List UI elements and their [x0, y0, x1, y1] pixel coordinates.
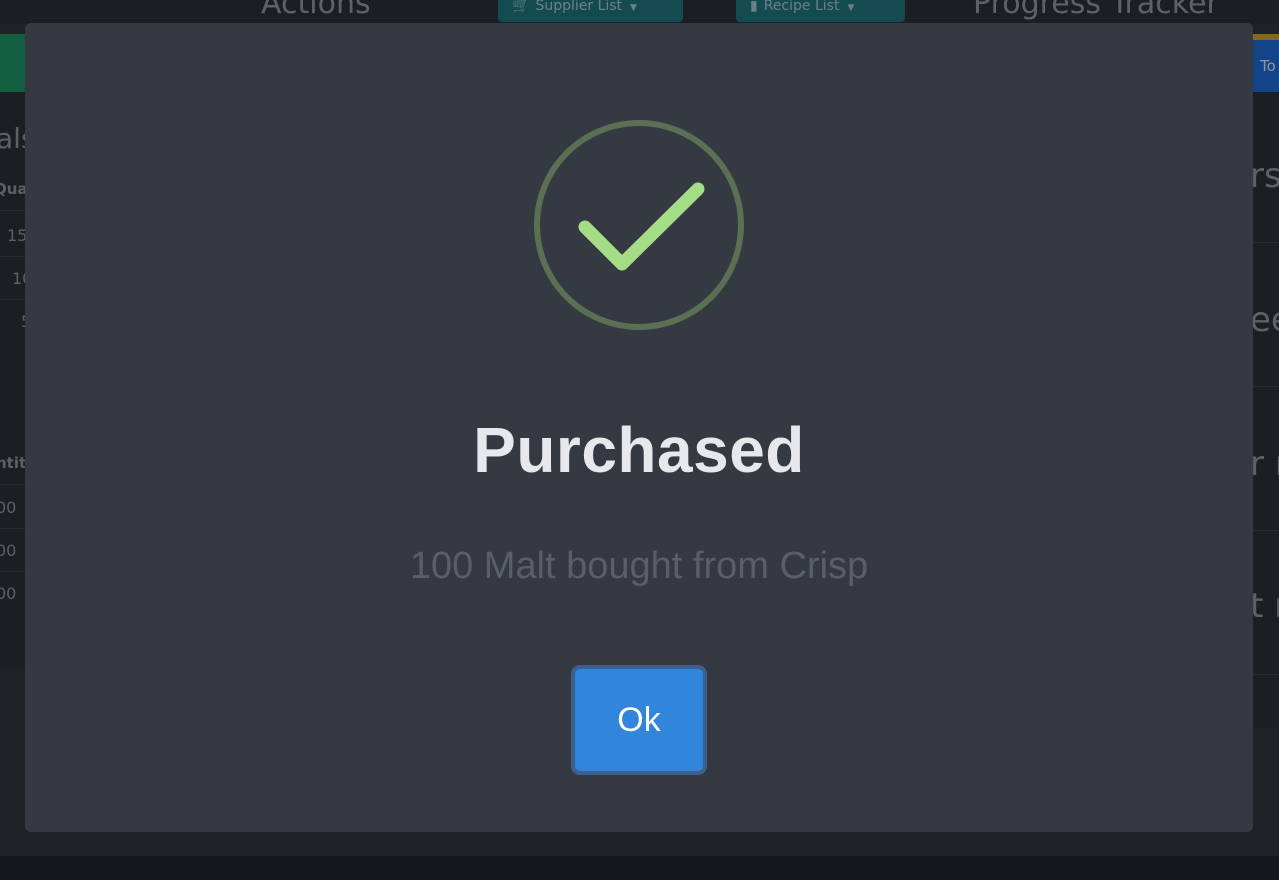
success-dialog: Purchased 100 Malt bought from Crisp Ok	[25, 23, 1253, 832]
dialog-message: 100 Malt bought from Crisp	[409, 545, 869, 587]
checkmark-icon	[534, 120, 744, 330]
checkmark-tick	[578, 182, 705, 271]
dialog-title: Purchased	[473, 414, 805, 486]
page: Actions 🛒 Supplier List ▼ ▮ Recipe List ▼ Pr…	[0, 0, 1279, 880]
checkmark-ring	[534, 120, 744, 330]
ok-button[interactable]: Ok	[571, 665, 707, 775]
